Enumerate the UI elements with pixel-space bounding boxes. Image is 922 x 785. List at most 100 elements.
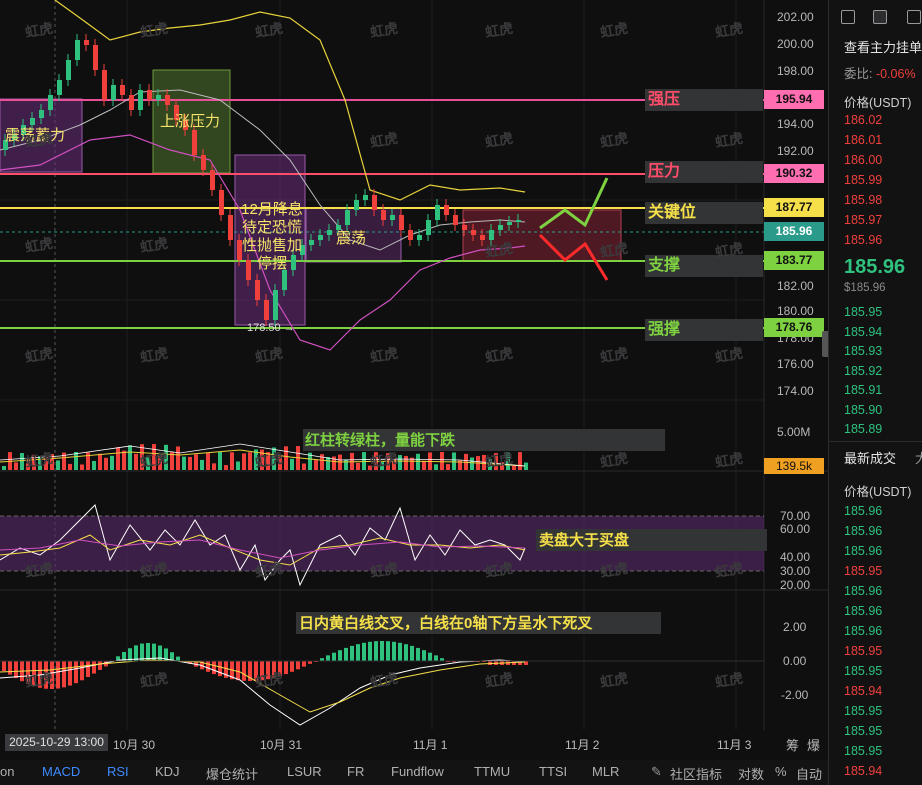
view-main-orders-link[interactable]: 查看主力挂单 — [844, 37, 922, 56]
candle-body — [480, 235, 485, 240]
trade-price: 185.96 — [844, 604, 883, 618]
price-tag-strong-pressure: 195.94 — [764, 90, 824, 109]
volume-bar — [188, 456, 192, 470]
box-label-dec-rate-cut: 12月降息 待定恐慌 性抛售加 停摆 — [241, 201, 303, 272]
ask-price[interactable]: 185.99 — [844, 173, 882, 187]
ask-price[interactable]: 185.97 — [844, 213, 882, 227]
ask-price[interactable]: 185.96 — [844, 233, 882, 247]
price-tag-strong-support: 178.76 — [764, 318, 824, 337]
tab-ttmu[interactable]: TTMU — [474, 764, 510, 779]
candle-body — [282, 270, 287, 290]
date-label: 11月 3 — [717, 738, 752, 752]
candle-body — [111, 85, 116, 100]
volume-bar — [2, 466, 6, 470]
candle-body — [165, 95, 170, 105]
rsi-axis-30: 30.00 — [780, 564, 811, 578]
bid-price[interactable]: 185.93 — [844, 344, 882, 358]
volume-bar — [116, 447, 120, 470]
macd-bar — [98, 661, 102, 670]
percent-scale-toggle[interactable]: % — [775, 764, 787, 779]
annotation-macd: 日内黄白线交叉，白线在0轴下方呈水下死叉 — [296, 612, 661, 634]
candlestick-chart[interactable] — [0, 0, 828, 760]
crosshair-date-label: 2025-10-29 13:00 — [5, 734, 108, 751]
tab-indicator-on[interactable]: on — [0, 764, 14, 779]
trade-price: 185.95 — [844, 744, 883, 758]
price-axis-label: 192.00 — [777, 144, 814, 158]
level-label-strong-pressure: 强压 — [645, 89, 763, 111]
macd-bar — [212, 661, 216, 675]
bid-price[interactable]: 185.95 — [844, 305, 882, 319]
volume-bar — [248, 452, 252, 470]
trade-price: 185.94 — [844, 684, 883, 698]
volume-bar — [134, 453, 138, 470]
macd-bar — [362, 642, 366, 661]
auto-scale-toggle[interactable]: 自动 — [796, 764, 822, 783]
layout-icon[interactable] — [841, 10, 855, 24]
macd-bar — [356, 644, 360, 661]
chip-distribution-button[interactable]: 筹 — [786, 735, 799, 754]
bid-price[interactable]: 185.89 — [844, 422, 882, 436]
tab-latest-trades[interactable]: 最新成交 — [844, 448, 896, 467]
box-label-consolidation: 震荡 — [336, 230, 367, 247]
tab-macd[interactable]: MACD — [42, 764, 80, 779]
candle-body — [345, 210, 350, 225]
tab-kdj[interactable]: KDJ — [155, 764, 180, 779]
macd-bar — [86, 661, 90, 678]
edit-icon[interactable]: ✎ — [651, 764, 662, 780]
rsi-axis-20: 20.00 — [780, 578, 811, 592]
low-marker: 178.50 → — [247, 322, 295, 334]
candle-body — [219, 190, 224, 215]
macd-axis-neg2: -2.00 — [781, 688, 809, 702]
tab-liquidation-stats[interactable]: 爆仓统计 — [206, 764, 258, 783]
date-label: 11月 1 — [413, 738, 448, 752]
macd-bar — [428, 652, 432, 661]
macd-bar — [422, 650, 426, 661]
candle-body — [399, 215, 404, 230]
macd-bar — [338, 650, 342, 661]
price-axis-label: 174.00 — [777, 384, 814, 398]
macd-bar — [206, 661, 210, 672]
macd-bar — [2, 661, 6, 671]
macd-bar — [302, 661, 306, 667]
macd-bar — [416, 647, 420, 661]
tab-mlr[interactable]: MLR — [592, 764, 619, 779]
candle-body — [372, 195, 377, 210]
volume-bar — [176, 446, 180, 470]
ask-price[interactable]: 185.98 — [844, 193, 882, 207]
liquidation-button[interactable]: 爆 — [807, 735, 820, 754]
bid-price[interactable]: 185.94 — [844, 325, 882, 339]
tab-large-trades[interactable]: 大 — [915, 448, 922, 467]
chart-area[interactable]: 202.00200.00198.00196.00194.00192.00190.… — [0, 0, 830, 760]
tab-lsur[interactable]: LSUR — [287, 764, 322, 779]
bid-price[interactable]: 185.92 — [844, 364, 882, 378]
candle-body — [255, 280, 260, 300]
tab-ttsi[interactable]: TTSI — [539, 764, 567, 779]
volume-bar — [230, 452, 234, 470]
tab-rsi[interactable]: RSI — [107, 764, 129, 779]
candle-body — [426, 220, 431, 235]
split-view-icon[interactable] — [907, 10, 921, 24]
tab-fundflow[interactable]: Fundflow — [391, 764, 444, 779]
macd-bar — [62, 661, 66, 688]
volume-bar — [416, 453, 420, 470]
bid-price[interactable]: 185.90 — [844, 403, 882, 417]
candle-body — [102, 70, 107, 100]
log-scale-toggle[interactable]: 对数 — [738, 764, 764, 783]
orderbook-view-icon[interactable] — [873, 10, 887, 24]
ask-price[interactable]: 186.00 — [844, 153, 882, 167]
macd-bar — [284, 661, 288, 675]
trade-price: 185.95 — [844, 664, 883, 678]
candle-body — [273, 290, 278, 320]
tab-community-indicators[interactable]: 社区指标 — [670, 764, 722, 783]
bid-price[interactable]: 185.91 — [844, 383, 882, 397]
candle-body — [471, 230, 476, 235]
ask-price[interactable]: 186.01 — [844, 133, 882, 147]
volume-bar — [110, 455, 114, 470]
volume-bar — [440, 452, 444, 470]
candle-body — [498, 225, 503, 230]
volume-bar — [242, 453, 246, 470]
volume-bar — [314, 460, 318, 470]
ask-price[interactable]: 186.02 — [844, 113, 882, 127]
tab-fr[interactable]: FR — [347, 764, 364, 779]
rsi-axis-60: 60.00 — [780, 522, 811, 536]
